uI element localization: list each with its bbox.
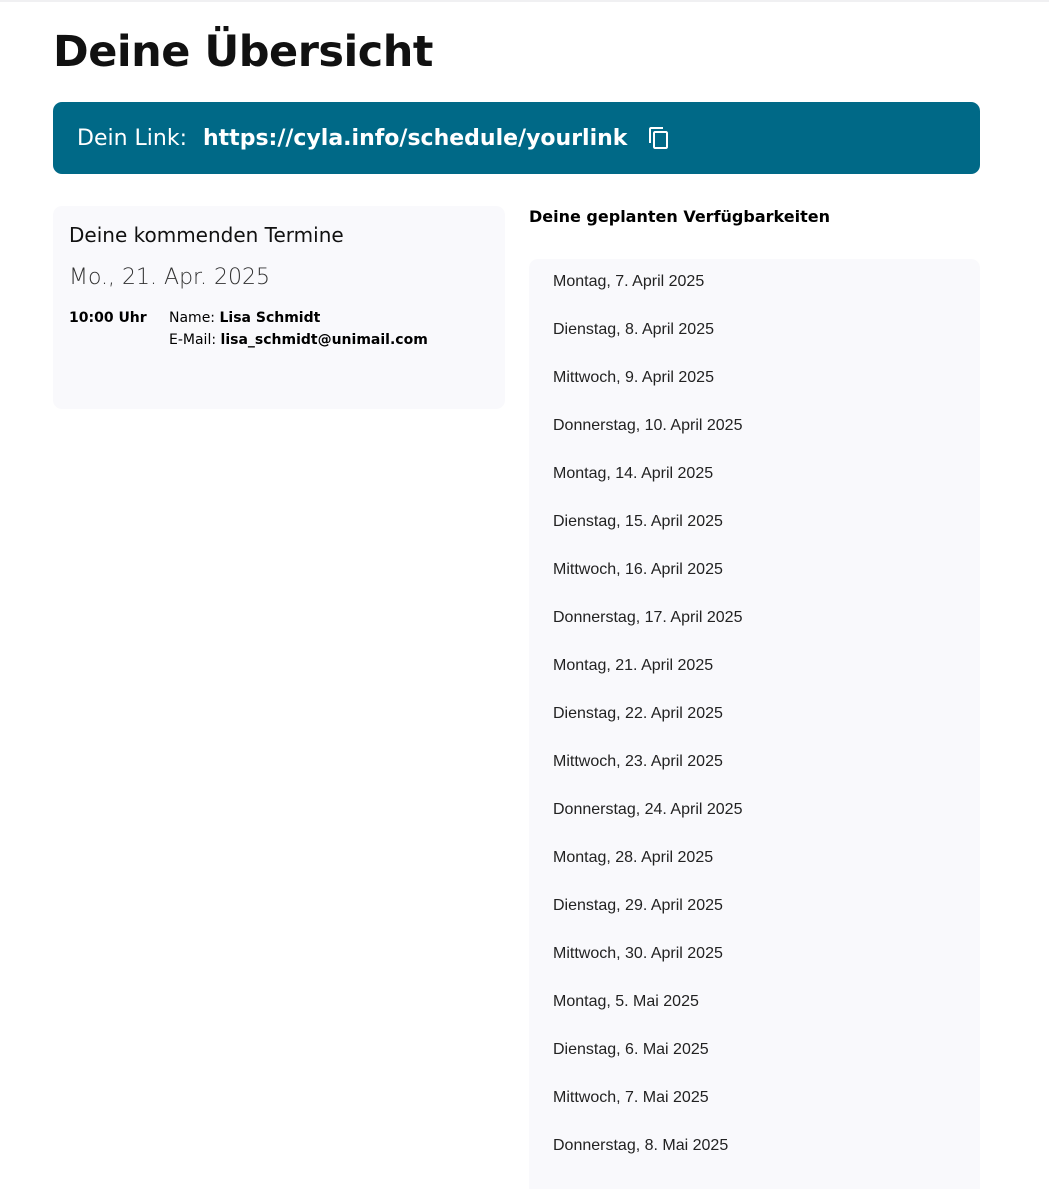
availability-item[interactable]: Dienstag, 22. April 2025 [529,701,980,749]
availability-item[interactable]: Montag, 5. Mai 2025 [529,989,980,1037]
availability-item[interactable]: Dienstag, 15. April 2025 [529,509,980,557]
appointment-email: lisa_schmidt@unimail.com [220,332,428,348]
appointment-name-line: Name: Lisa Schmidt [169,307,428,329]
availability-item[interactable]: Donnerstag, 17. April 2025 [529,605,980,653]
availability-item[interactable]: Donnerstag, 8. Mai 2025 [529,1133,980,1181]
appointment-row[interactable]: 10:00 Uhr Name: Lisa Schmidt E-Mail: lis… [69,310,489,351]
upcoming-appointments-card: Deine kommenden Termine Mo., 21. Apr. 20… [53,206,505,409]
appointment-details: Name: Lisa Schmidt E-Mail: lisa_schmidt@… [169,310,428,351]
availability-item[interactable]: Mittwoch, 23. April 2025 [529,749,980,797]
availability-list: Montag, 7. April 2025 Dienstag, 8. April… [529,259,980,1189]
link-url[interactable]: https://cyla.info/schedule/yourlink [203,126,627,151]
availability-item[interactable]: Montag, 7. April 2025 [529,269,980,317]
appointment-name: Lisa Schmidt [219,310,321,326]
availability-item[interactable]: Dienstag, 6. Mai 2025 [529,1037,980,1085]
availability-item[interactable]: Donnerstag, 10. April 2025 [529,413,980,461]
appointment-date: Mo., 21. Apr. 2025 [69,265,271,290]
availability-item[interactable]: Dienstag, 29. April 2025 [529,893,980,941]
email-label: E-Mail: [169,332,217,348]
copy-icon[interactable] [647,126,671,150]
availability-item[interactable]: Mittwoch, 9. April 2025 [529,365,980,413]
availability-item[interactable]: Montag, 28. April 2025 [529,845,980,893]
availability-item[interactable]: Dienstag, 8. April 2025 [529,317,980,365]
availability-item[interactable]: Mittwoch, 16. April 2025 [529,557,980,605]
availability-item[interactable]: Mittwoch, 7. Mai 2025 [529,1085,980,1133]
appointment-email-line: E-Mail: lisa_schmidt@unimail.com [169,329,428,351]
link-label: Dein Link: [77,125,187,151]
availability-item[interactable]: Montag, 14. April 2025 [529,461,980,509]
name-label: Name: [169,310,216,326]
availability-item[interactable]: Donnerstag, 24. April 2025 [529,797,980,845]
appointment-time: 10:00 Uhr [69,310,147,326]
availability-item[interactable]: Mittwoch, 30. April 2025 [529,941,980,989]
top-divider [0,0,1049,2]
link-banner: Dein Link: https://cyla.info/schedule/yo… [53,102,980,174]
availability-item[interactable]: Montag, 21. April 2025 [529,653,980,701]
upcoming-appointments-title: Deine kommenden Termine [69,223,344,247]
page-title: Deine Übersicht [53,27,433,77]
availability-title: Deine geplanten Verfügbarkeiten [529,207,830,226]
